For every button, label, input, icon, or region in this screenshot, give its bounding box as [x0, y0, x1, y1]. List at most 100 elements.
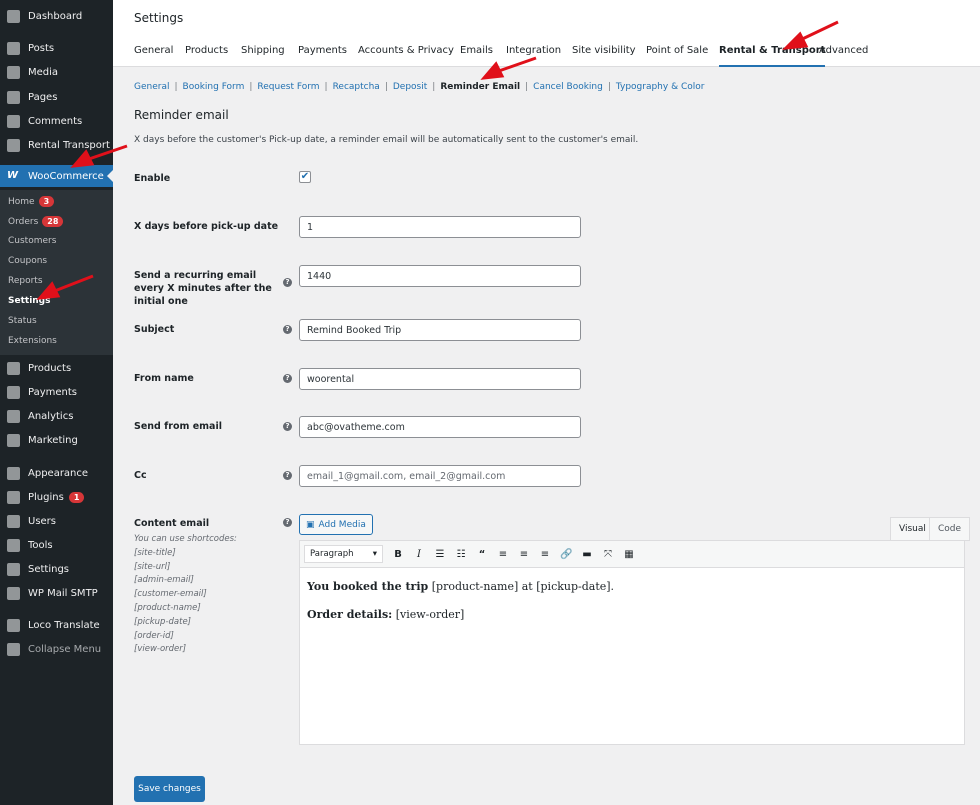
sidebar-item-analytics[interactable]: Analytics: [0, 405, 113, 427]
subnav-booking-form[interactable]: Booking Form: [183, 82, 245, 92]
shortcode-item: [product-name]: [134, 602, 201, 613]
recurring-input[interactable]: [299, 265, 581, 287]
bold-icon[interactable]: B: [392, 549, 404, 560]
sidebar-item-dashboard[interactable]: Dashboard: [0, 5, 113, 27]
help-icon[interactable]: ?: [283, 422, 292, 431]
align-left-icon[interactable]: ≡: [497, 549, 509, 560]
tab-rental-transport[interactable]: Rental & Transport: [719, 45, 826, 67]
tab-site-visibility[interactable]: Site visibility: [572, 45, 636, 67]
sidebar-item-wp-mail-smtp[interactable]: WP Mail SMTP: [0, 582, 113, 604]
numbered-list-icon[interactable]: ☷: [455, 549, 467, 560]
save-changes-button[interactable]: Save changes: [134, 776, 205, 802]
tab-point-of-sale[interactable]: Point of Sale: [646, 45, 708, 67]
submenu-item-settings[interactable]: Settings: [8, 296, 50, 306]
submenu-item-status[interactable]: Status: [8, 316, 37, 326]
sidebar-item-posts[interactable]: Posts: [0, 37, 113, 59]
sidebar-item-label: Rental Transport: [28, 139, 110, 151]
sidebar-item-collapse-menu[interactable]: Collapse Menu: [0, 638, 113, 660]
brush-icon: [7, 466, 20, 480]
bullet-list-icon[interactable]: ☰: [434, 549, 446, 560]
blockquote-icon[interactable]: “: [476, 549, 488, 560]
link-icon[interactable]: 🔗: [560, 549, 572, 560]
sidebar-item-loco-translate[interactable]: Loco Translate: [0, 614, 113, 636]
tab-code[interactable]: Code: [929, 517, 971, 541]
submenu-item-orders[interactable]: Orders 28: [8, 216, 64, 227]
submenu-item-reports[interactable]: Reports: [8, 276, 43, 286]
tab-payments[interactable]: Payments: [298, 45, 347, 67]
read-more-icon[interactable]: ▬: [581, 549, 593, 560]
fullscreen-icon[interactable]: ⤧: [602, 549, 614, 560]
submenu-item-extensions[interactable]: Extensions: [8, 336, 57, 346]
sidebar-item-products[interactable]: Products: [0, 357, 113, 379]
tab-general[interactable]: General: [134, 45, 173, 67]
sidebar-item-marketing[interactable]: Marketing: [0, 429, 113, 451]
subnav-typography-color[interactable]: Typography & Color: [616, 82, 705, 92]
sidebar-item-settings[interactable]: Settings: [0, 558, 113, 580]
tab-emails[interactable]: Emails: [460, 45, 493, 67]
count-badge: 1: [68, 491, 85, 503]
dashboard-icon: [7, 9, 20, 23]
sidebar-item-appearance[interactable]: Appearance: [0, 462, 113, 484]
add-media-button[interactable]: ▣ Add Media: [299, 514, 373, 535]
subject-input[interactable]: [299, 319, 581, 341]
sidebar-item-users[interactable]: Users: [0, 510, 113, 532]
tab-accounts-privacy[interactable]: Accounts & Privacy: [358, 45, 454, 67]
toolbar-toggle-icon[interactable]: ▦: [623, 549, 635, 560]
subnav-general[interactable]: General: [134, 82, 169, 92]
sidebar-item-label: Dashboard: [28, 10, 83, 22]
tab-products[interactable]: Products: [185, 45, 228, 67]
submenu-item-coupons[interactable]: Coupons: [8, 256, 47, 266]
days-input[interactable]: [299, 216, 581, 238]
woo-icon: W: [7, 169, 19, 181]
tab-advanced[interactable]: Advanced: [819, 45, 868, 67]
editor-body[interactable]: You booked the trip [product-name] at [p…: [300, 568, 964, 648]
align-right-icon[interactable]: ≡: [539, 549, 551, 560]
submenu-item-home[interactable]: Home 3: [8, 196, 55, 207]
help-icon[interactable]: ?: [283, 471, 292, 480]
sidebar-item-comments[interactable]: Comments: [0, 110, 113, 132]
sidebar-item-label: Marketing: [28, 434, 78, 446]
sidebar-item-pages[interactable]: Pages: [0, 86, 113, 108]
subnav-recaptcha[interactable]: Recaptcha: [333, 82, 380, 92]
caret-down-icon: ▾: [372, 549, 377, 559]
sidebar-item-payments[interactable]: Payments: [0, 381, 113, 403]
tab-integration[interactable]: Integration: [506, 45, 561, 67]
shortcode-item: You can use shortcodes:: [134, 534, 237, 544]
sidebar-item-label: Users: [28, 515, 57, 527]
plugin-icon: [7, 490, 20, 504]
subnav-deposit[interactable]: Deposit: [393, 82, 427, 92]
sidebar-item-media[interactable]: Media: [0, 61, 113, 83]
cc-input[interactable]: [299, 465, 581, 487]
sidebar-item-label: Posts: [28, 42, 55, 54]
from-email-input[interactable]: [299, 416, 581, 438]
mail-icon: [7, 586, 20, 600]
content-editor[interactable]: Paragraph ▾ B I ☰ ☷ “ ≡ ≡ ≡ 🔗 ▬ ⤧ ▦ You b…: [299, 540, 965, 745]
help-icon[interactable]: ?: [283, 518, 292, 527]
subnav-request-form[interactable]: Request Form: [257, 82, 319, 92]
sidebar-item-label: Appearance: [28, 467, 89, 479]
tab-shipping[interactable]: Shipping: [241, 45, 285, 67]
sidebar-item-rental-transport[interactable]: Rental Transport: [0, 134, 113, 156]
help-icon[interactable]: ?: [283, 278, 292, 287]
help-icon[interactable]: ?: [283, 374, 292, 383]
sidebar-item-tools[interactable]: Tools: [0, 534, 113, 556]
italic-icon[interactable]: I: [413, 549, 425, 560]
woocommerce-submenu: Home 3 Orders 28 Customers Coupons Reports Sett…: [0, 190, 113, 355]
pages-icon: [7, 90, 20, 104]
sidebar-item-plugins[interactable]: Plugins 1: [0, 486, 113, 508]
car-icon: [7, 138, 20, 152]
subnav-reminder-email[interactable]: Reminder Email: [440, 82, 520, 92]
from-name-input[interactable]: [299, 368, 581, 390]
align-center-icon[interactable]: ≡: [518, 549, 530, 560]
help-icon[interactable]: ?: [283, 325, 292, 334]
collapse-icon: [7, 642, 20, 656]
sidebar-item-label: Loco Translate: [28, 619, 100, 631]
enable-checkbox[interactable]: ✔: [299, 171, 311, 183]
subnav-cancel-booking[interactable]: Cancel Booking: [533, 82, 603, 92]
section-subnav: General | Booking Form | Request Form | Recapt…: [134, 82, 704, 92]
sidebar-item-woocommerce[interactable]: W WooCommerce: [0, 165, 113, 187]
days-label: X days before pick-up date: [134, 221, 279, 232]
sidebar-item-label: WP Mail SMTP: [28, 587, 98, 599]
submenu-item-customers[interactable]: Customers: [8, 236, 56, 246]
format-select[interactable]: Paragraph ▾: [304, 545, 383, 563]
